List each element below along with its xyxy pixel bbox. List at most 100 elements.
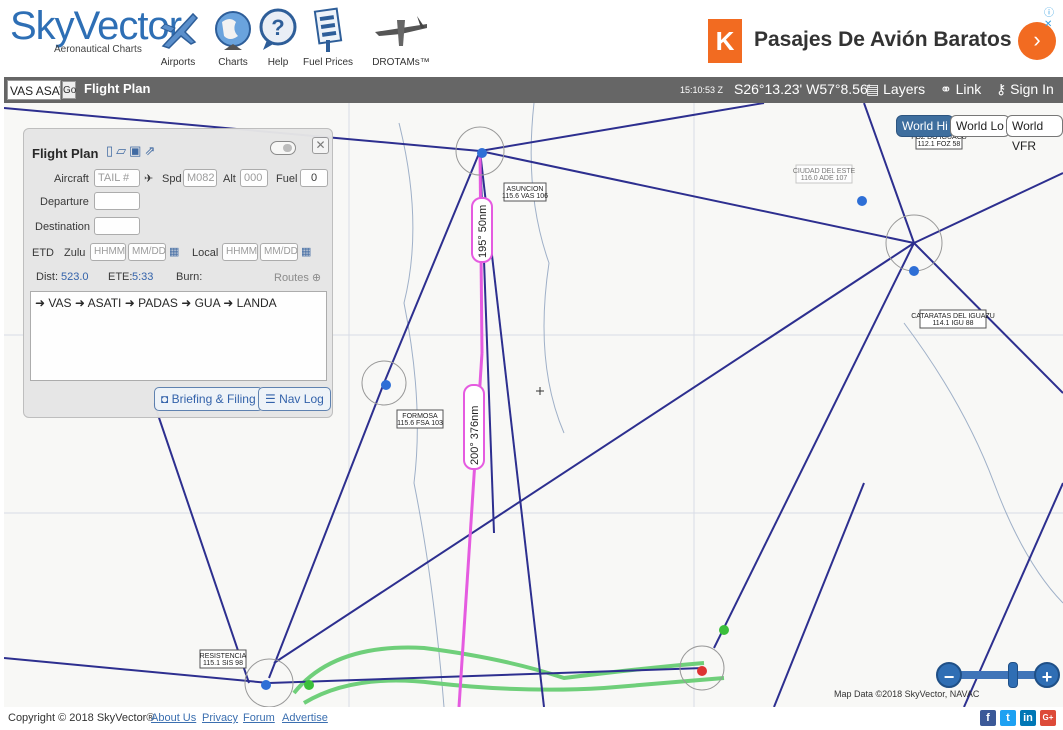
nav-fuel-prices[interactable]: Fuel Prices — [298, 6, 358, 68]
airplane-icon — [160, 12, 199, 49]
world-vfr-button[interactable]: World VFR — [1006, 115, 1063, 153]
station-freq: 114.1 IGU 88 — [932, 320, 973, 327]
go-button[interactable]: Go — [62, 81, 76, 99]
zoom-in-button[interactable]: + — [1034, 662, 1060, 688]
advertise-link[interactable]: Advertise — [282, 712, 328, 724]
zulu-time-input[interactable]: HHMM — [90, 243, 126, 261]
fuel-input[interactable]: 0 — [300, 169, 328, 187]
local-time-input[interactable]: HHMM — [222, 243, 258, 261]
altitude-input[interactable]: 000 — [240, 169, 268, 187]
aircraft-picker-icon[interactable]: ✈ — [144, 172, 153, 185]
help-bubble-icon: ? — [259, 8, 297, 50]
list-icon: ☰ — [265, 392, 280, 406]
forum-link[interactable]: Forum — [243, 712, 275, 724]
copyright-text: Copyright © 2018 SkyVector® — [8, 712, 155, 724]
station-freq: 112.1 FOZ 58 — [918, 141, 961, 148]
vor-iguazu-icon — [909, 266, 919, 276]
airport-green-icon — [304, 680, 314, 690]
briefing-icon: ◘ — [161, 392, 172, 406]
privacy-link[interactable]: Privacy — [202, 712, 238, 724]
destination-label: Destination — [35, 221, 91, 233]
world-hi-button[interactable]: World Hi — [896, 115, 954, 137]
nav-log-button[interactable]: ☰ Nav Log — [258, 387, 331, 411]
vor-ciudad-icon — [857, 196, 867, 206]
vor-stations — [244, 126, 943, 707]
local-label: Local — [192, 247, 219, 259]
station-freq: 115.1 SIS 98 — [203, 660, 243, 667]
world-lo-button[interactable]: World Lo — [950, 115, 1010, 137]
save-icon[interactable]: ▣ — [129, 143, 144, 158]
cursor-coordinates: S26°13.23' W57°8.56' — [734, 81, 871, 97]
route-leg-labels: 195° 50nm 200° 376nm — [463, 197, 493, 470]
ad-info-icon[interactable]: ⓘ ✕ — [1044, 4, 1063, 30]
departure-input[interactable] — [94, 192, 140, 210]
sign-in-button[interactable]: ⚷ Sign In — [996, 81, 1054, 98]
zoom-slider-track[interactable] — [950, 671, 1040, 679]
nav-log-label: Nav Log — [279, 392, 324, 406]
dist-value: 523.0 — [61, 271, 89, 283]
routes-button[interactable]: Routes ⊕ — [274, 271, 321, 284]
search-input[interactable]: VAS ASAT — [7, 80, 61, 100]
spd-label: Spd — [162, 173, 182, 185]
aircraft-input[interactable]: TAIL # — [94, 169, 140, 187]
local-date-input[interactable]: MM/DD — [260, 243, 298, 261]
nav-label: Airports — [160, 57, 196, 68]
station-name: CIUDAD DEL ESTE — [793, 168, 856, 175]
nav-label: DROTAMs™ — [372, 57, 430, 68]
calendar-icon[interactable]: ▦ — [301, 245, 311, 258]
zulu-date-input[interactable]: MM/DD — [128, 243, 166, 261]
layers-button[interactable]: ▤ Layers — [866, 81, 925, 98]
ete-label: ETE: — [108, 271, 133, 283]
drone-icon — [375, 16, 427, 46]
briefing-label: Briefing & Filing — [171, 392, 256, 406]
destination-input[interactable] — [94, 217, 140, 235]
burn-label: Burn: — [176, 271, 203, 283]
river-lines — [398, 103, 1063, 707]
open-folder-icon[interactable]: ▱ — [116, 143, 129, 158]
routes-icon: ⊕ — [311, 272, 322, 284]
flight-plan-file-icons: ▯▱▣⇗ — [106, 143, 158, 159]
calendar-icon[interactable]: ▦ — [169, 245, 179, 258]
fuel-sign-icon — [313, 7, 343, 52]
route-text-area[interactable]: ➜ VAS ➜ ASATI ➜ PADAS ➜ GUA ➜ LANDA — [30, 291, 327, 381]
nav-airports[interactable]: Airports — [148, 6, 208, 68]
route-leg-label: 195° 50nm — [477, 205, 489, 258]
flight-plan-toggle-switch[interactable] — [270, 141, 296, 155]
fuel-label: Fuel — [276, 173, 298, 185]
airport-red-icon — [697, 666, 707, 676]
close-icon[interactable]: ✕ — [312, 137, 329, 154]
zoom-out-button[interactable]: − — [936, 662, 962, 688]
googleplus-icon[interactable]: G+ — [1040, 710, 1056, 726]
ad-text[interactable]: Pasajes De Avión Baratos — [754, 28, 1012, 52]
nav-drotams[interactable]: DROTAMs™ — [368, 6, 434, 68]
zoom-slider-handle[interactable] — [1008, 662, 1018, 688]
airport-green-icon — [719, 625, 729, 635]
layers-label: Layers — [883, 81, 926, 97]
linkedin-icon[interactable]: in — [1020, 710, 1036, 726]
footer: Copyright © 2018 SkyVector® About Us Pri… — [0, 707, 1063, 730]
twitter-icon[interactable]: t — [1000, 710, 1016, 726]
departure-label: Departure — [40, 196, 89, 208]
zulu-label: Zulu — [64, 247, 86, 259]
layers-icon: ▤ — [866, 81, 884, 97]
nav-label: Fuel Prices — [302, 57, 353, 68]
vor-formosa-icon — [381, 380, 391, 390]
flight-plan-toggle[interactable]: Flight Plan — [84, 81, 150, 96]
aircraft-label: Aircraft — [54, 173, 89, 185]
station-freq: 115.6 FSA 103 — [397, 420, 443, 427]
flight-plan-title: Flight Plan — [32, 146, 99, 161]
facebook-icon[interactable]: f — [980, 710, 996, 726]
key-icon: ⚷ — [996, 81, 1011, 97]
briefing-filing-button[interactable]: ◘ Briefing & Filing — [154, 387, 263, 411]
station-name: CATARATAS DEL IGUAZU — [911, 313, 995, 320]
route-leg-label: 200° 376nm — [469, 406, 481, 465]
about-us-link[interactable]: About Us — [151, 712, 196, 724]
advertisement[interactable]: K Pasajes De Avión Baratos › ⓘ ✕ — [708, 4, 1063, 74]
export-icon[interactable]: ⇗ — [144, 143, 158, 158]
map-data-attribution: Map Data ©2018 SkyVector, NAVAC — [834, 689, 980, 699]
speed-input[interactable]: M082 — [183, 169, 217, 187]
vor-resistencia-icon — [261, 680, 271, 690]
new-file-icon[interactable]: ▯ — [106, 143, 116, 158]
link-button[interactable]: ⚭ Link — [940, 81, 981, 98]
ad-badge: K — [708, 19, 742, 63]
